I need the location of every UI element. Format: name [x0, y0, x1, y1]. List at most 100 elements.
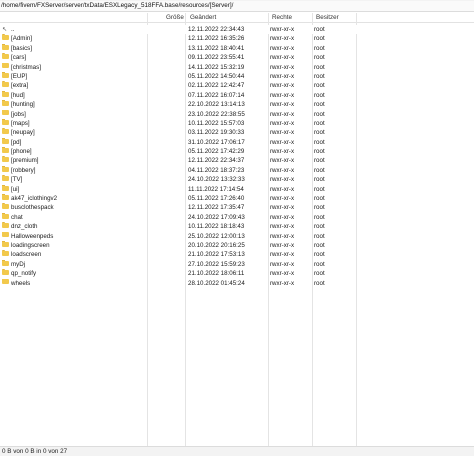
- file-row[interactable]: dnz_cloth 10.11.2022 18:18:43 rwxr-xr-x …: [0, 222, 474, 231]
- file-permissions: rwxr-xr-x: [270, 54, 295, 62]
- file-row[interactable]: [hud] 07.11.2022 16:07:14 rwxr-xr-x root: [0, 90, 474, 100]
- file-owner: root: [314, 204, 325, 212]
- file-row[interactable]: [Admin] 12.11.2022 16:35:26 rwxr-xr-x ro…: [0, 34, 474, 43]
- file-permissions: rwxr-xr-x: [270, 195, 295, 203]
- file-row[interactable]: Halloweenpeds 25.10.2022 12:00:13 rwxr-x…: [0, 231, 474, 241]
- file-date: 27.10.2022 15:59:23: [188, 260, 245, 268]
- file-row[interactable]: [neupay] 03.11.2022 19:30:33 rwxr-xr-x r…: [0, 128, 474, 137]
- file-date: 24.10.2022 17:09:43: [188, 213, 245, 221]
- file-owner: root: [314, 129, 325, 137]
- file-row[interactable]: [EUP] 05.11.2022 14:50:44 rwxr-xr-x root: [0, 71, 474, 81]
- file-name-cell: [ui]: [2, 184, 162, 194]
- file-row[interactable]: qp_notify 21.10.2022 18:06:11 rwxr-xr-x …: [0, 269, 474, 278]
- file-row[interactable]: [phone] 05.11.2022 17:42:29 rwxr-xr-x ro…: [0, 147, 474, 156]
- file-name: [premium]: [11, 157, 39, 165]
- file-owner: root: [314, 101, 325, 109]
- folder-icon: [2, 90, 9, 97]
- column-header: Größe Geändert Rechte Besitzer: [0, 13, 474, 23]
- folder-icon: [2, 43, 9, 50]
- file-owner: root: [314, 72, 325, 80]
- file-permissions: rwxr-xr-x: [270, 44, 295, 52]
- file-name: [neupay]: [11, 129, 35, 137]
- file-permissions: rwxr-xr-x: [270, 63, 295, 71]
- file-date: 10.11.2022 15:57:03: [188, 119, 245, 127]
- file-row[interactable]: chat 24.10.2022 17:09:43 rwxr-xr-x root: [0, 212, 474, 222]
- file-date: 20.10.2022 20:16:25: [188, 241, 245, 249]
- file-owner: root: [314, 119, 325, 127]
- folder-icon: [2, 100, 9, 106]
- file-row[interactable]: [TV] 24.10.2022 13:32:33 rwxr-xr-x root: [0, 175, 474, 184]
- file-row[interactable]: [maps] 10.11.2022 15:57:03 rwxr-xr-x roo…: [0, 118, 474, 128]
- file-name: [jobs]: [11, 110, 26, 118]
- column-header-permissions[interactable]: Rechte: [272, 13, 292, 23]
- file-date: 12.11.2022 22:34:37: [188, 157, 245, 165]
- file-permissions: rwxr-xr-x: [270, 241, 295, 249]
- file-permissions: rwxr-xr-x: [270, 72, 295, 80]
- file-permissions: rwxr-xr-x: [270, 129, 295, 137]
- file-row[interactable]: [ui] 11.11.2022 17:14:54 rwxr-xr-x root: [0, 184, 474, 194]
- file-name-cell: ak47_iclothingv2: [2, 194, 162, 203]
- file-owner: root: [314, 157, 325, 165]
- file-name-cell: [EUP]: [2, 71, 162, 81]
- file-owner: root: [314, 44, 325, 52]
- file-name: [maps]: [11, 119, 30, 127]
- file-name-cell: [cars]: [2, 53, 162, 62]
- file-row[interactable]: [pd] 31.10.2022 17:06:17 rwxr-xr-x root: [0, 137, 474, 147]
- file-row[interactable]: loadingscreen 20.10.2022 20:16:25 rwxr-x…: [0, 240, 474, 250]
- file-date: 28.10.2022 01:45:24: [188, 279, 245, 287]
- file-owner: root: [314, 223, 325, 231]
- file-name: loadscreen: [11, 251, 42, 259]
- path-input[interactable]: [0, 1, 474, 11]
- file-name-cell: qp_notify: [2, 269, 162, 278]
- file-owner: root: [314, 54, 325, 62]
- file-row[interactable]: [hunting] 22.10.2022 13:14:13 rwxr-xr-x …: [0, 100, 474, 109]
- file-permissions: rwxr-xr-x: [270, 148, 295, 156]
- file-row[interactable]: [extra] 02.11.2022 12:42:47 rwxr-xr-x ro…: [0, 81, 474, 90]
- folder-icon: [2, 231, 9, 238]
- file-owner: root: [314, 176, 325, 184]
- column-header-size[interactable]: Größe: [166, 13, 184, 23]
- file-owner: root: [314, 232, 325, 240]
- file-name-cell: [pd]: [2, 137, 162, 147]
- file-row[interactable]: [basics] 13.11.2022 18:40:41 rwxr-xr-x r…: [0, 43, 474, 53]
- folder-icon: [2, 203, 9, 210]
- file-name-cell: [extra]: [2, 81, 162, 90]
- folder-icon: [2, 259, 9, 266]
- column-header-modified[interactable]: Geändert: [190, 13, 216, 23]
- file-date: 14.11.2022 15:32:19: [188, 63, 245, 71]
- file-name: [phone]: [11, 148, 32, 156]
- file-name-cell: ↖..: [2, 25, 162, 34]
- folder-icon: [2, 53, 9, 60]
- file-row[interactable]: [premium] 12.11.2022 22:34:37 rwxr-xr-x …: [0, 156, 474, 165]
- file-row[interactable]: loadscreen 21.10.2022 17:53:13 rwxr-xr-x…: [0, 250, 474, 259]
- folder-icon: [2, 212, 9, 219]
- file-date: 02.11.2022 12:42:47: [188, 82, 245, 90]
- file-name: [christmas]: [11, 63, 41, 71]
- file-name: [TV]: [11, 176, 23, 184]
- file-date: 03.11.2022 19:30:33: [188, 129, 245, 137]
- file-permissions: rwxr-xr-x: [270, 166, 295, 174]
- file-row[interactable]: ak47_iclothingv2 05.11.2022 17:26:40 rwx…: [0, 194, 474, 203]
- file-row[interactable]: wheels 28.10.2022 01:45:24 rwxr-xr-x roo…: [0, 278, 474, 288]
- file-name: dnz_cloth: [11, 223, 38, 231]
- parent-directory-label: ..: [11, 26, 15, 33]
- file-permissions: rwxr-xr-x: [270, 185, 295, 193]
- file-owner: root: [314, 270, 325, 278]
- path-bar: [0, 0, 474, 12]
- column-header-owner[interactable]: Besitzer: [316, 13, 339, 23]
- file-row[interactable]: myDj 27.10.2022 15:59:23 rwxr-xr-x root: [0, 259, 474, 269]
- parent-directory-row[interactable]: ↖.. 12.11.2022 22:34:43 rwxr-xr-x root: [0, 25, 474, 35]
- file-row[interactable]: [jobs] 23.10.2022 22:38:55 rwxr-xr-x roo…: [0, 109, 474, 119]
- file-date: 23.10.2022 22:38:55: [188, 110, 245, 118]
- file-row[interactable]: [cars] 09.11.2022 23:55:41 rwxr-xr-x roo…: [0, 53, 474, 62]
- file-name-cell: [christmas]: [2, 62, 162, 72]
- file-name-cell: [hud]: [2, 90, 162, 100]
- file-owner: root: [314, 91, 325, 99]
- file-row[interactable]: busclothespack 12.11.2022 17:35:47 rwxr-…: [0, 203, 474, 212]
- file-name-cell: [maps]: [2, 118, 162, 128]
- file-owner: root: [314, 185, 325, 193]
- file-name-cell: loadingscreen: [2, 240, 162, 250]
- file-row[interactable]: [robbery] 04.11.2022 18:37:23 rwxr-xr-x …: [0, 165, 474, 175]
- folder-icon: [2, 109, 9, 116]
- file-row[interactable]: [christmas] 14.11.2022 15:32:19 rwxr-xr-…: [0, 62, 474, 72]
